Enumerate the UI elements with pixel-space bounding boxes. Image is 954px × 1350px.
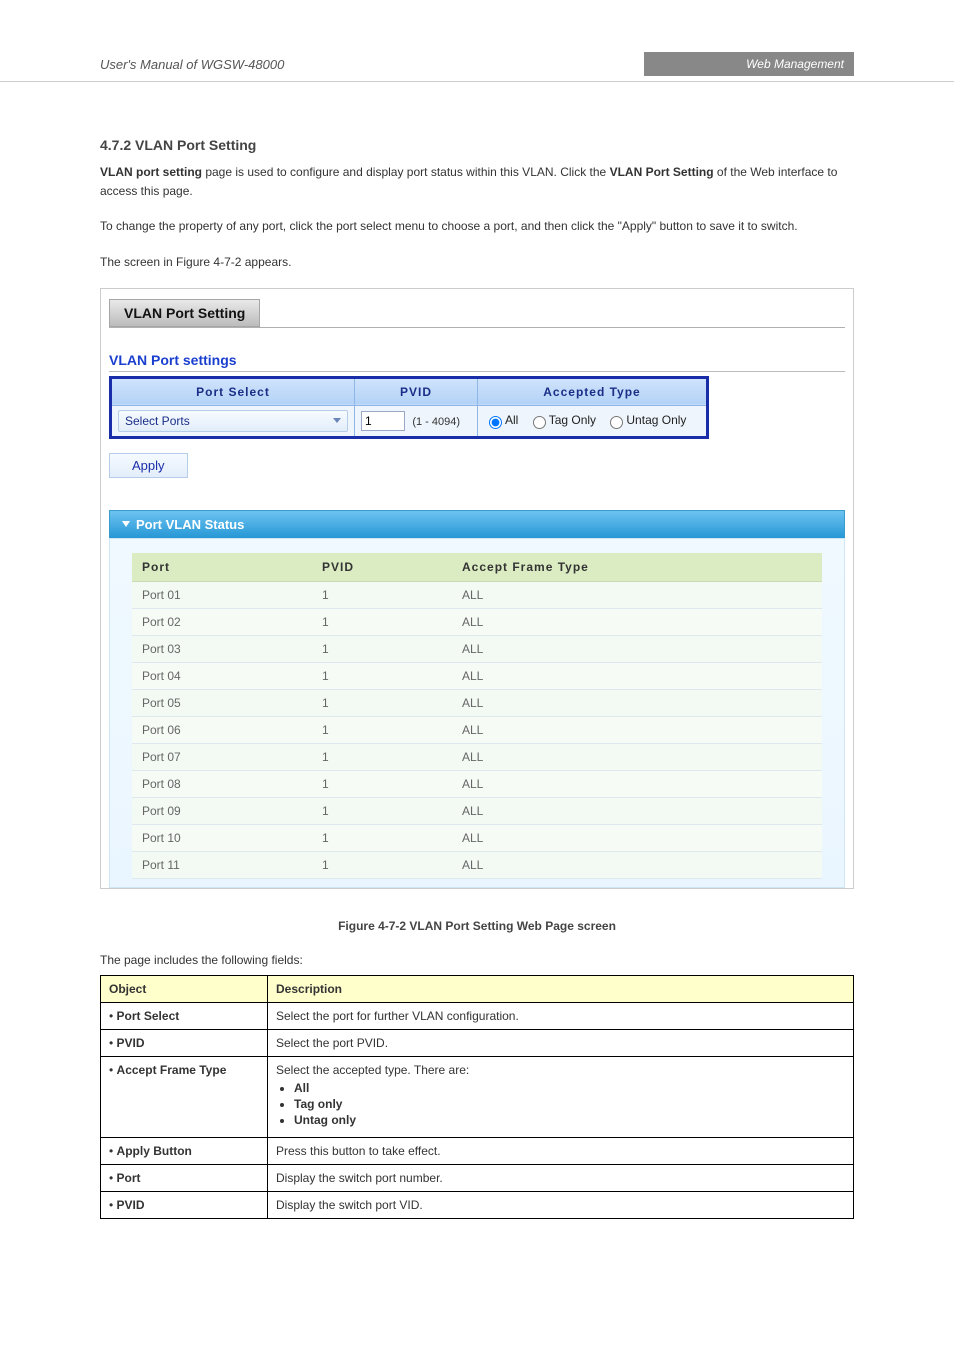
table-row: Port 021ALL <box>132 608 822 635</box>
intro-bold-2: VLAN Port Setting <box>610 165 714 179</box>
title-bar-label: VLAN Port Setting <box>109 299 260 327</box>
status-table: Port PVID Accept Frame Type Port 011ALLP… <box>132 553 822 879</box>
port-vlan-status-title: Port VLAN Status <box>136 517 244 532</box>
header-left: User's Manual of WGSW-48000 <box>0 57 644 72</box>
table-row: • Apply ButtonPress this button to take … <box>101 1137 854 1164</box>
table-row: Port 071ALL <box>132 743 822 770</box>
description-table: Object Description • Port SelectSelect t… <box>100 975 854 1219</box>
col-pvid: PVID <box>355 377 478 405</box>
desc-col-object: Object <box>101 975 268 1002</box>
intro-para-2: To change the property of any port, clic… <box>100 217 854 236</box>
table-row: • PortDisplay the switch port number. <box>101 1164 854 1191</box>
table-row: • Port SelectSelect the port for further… <box>101 1002 854 1029</box>
pvid-range: (1 - 4094) <box>412 416 460 428</box>
status-col-aft: Accept Frame Type <box>452 553 822 582</box>
page-header: User's Manual of WGSW-48000 Web Manageme… <box>0 47 954 82</box>
accepted-type-radios: All Tag Only Untag Only <box>478 405 708 437</box>
table-row: Port 091ALL <box>132 797 822 824</box>
status-col-pvid: PVID <box>312 553 452 582</box>
title-bar: VLAN Port Setting <box>109 299 845 328</box>
apply-button[interactable]: Apply <box>109 453 188 478</box>
table-row: • Accept Frame TypeSelect the accepted t… <box>101 1056 854 1137</box>
port-vlan-status-header[interactable]: Port VLAN Status <box>109 510 845 538</box>
status-col-port: Port <box>132 553 312 582</box>
port-select-label: Select Ports <box>125 414 190 428</box>
table-row: Port 031ALL <box>132 635 822 662</box>
table-row: Port 081ALL <box>132 770 822 797</box>
col-accepted-type: Accepted Type <box>478 377 708 405</box>
desc-col-description: Description <box>268 975 854 1002</box>
table-row: Port 011ALL <box>132 581 822 608</box>
radio-all[interactable]: All <box>484 413 518 427</box>
col-port-select: Port Select <box>111 377 355 405</box>
radio-tag-only[interactable]: Tag Only <box>528 413 596 427</box>
intro-para-1: VLAN port setting page is used to config… <box>100 163 854 201</box>
figure-caption: Figure 4-7-2 VLAN Port Setting Web Page … <box>100 919 854 933</box>
pvid-input[interactable] <box>361 411 405 431</box>
radio-untag-only[interactable]: Untag Only <box>605 413 686 427</box>
triangle-down-icon <box>122 521 130 527</box>
settings-table: Port Select PVID Accepted Type Select Po… <box>109 376 709 439</box>
table-row: Port 101ALL <box>132 824 822 851</box>
table-row: • PVIDSelect the port PVID. <box>101 1029 854 1056</box>
intro-bold-1: VLAN port setting <box>100 165 202 179</box>
table-row: Port 111ALL <box>132 851 822 878</box>
chevron-down-icon <box>333 418 341 423</box>
table-row: Port 051ALL <box>132 689 822 716</box>
port-select-dropdown[interactable]: Select Ports <box>118 410 348 432</box>
section-number: 4.7.2 VLAN Port Setting <box>100 137 854 153</box>
intro-para-3: The screen in Figure 4-7-2 appears. <box>100 253 854 272</box>
desc-intro: The page includes the following fields: <box>100 953 854 967</box>
port-vlan-status-panel: Port VLAN Status Port PVID Accept Frame … <box>109 510 845 888</box>
embedded-screenshot: VLAN Port Setting VLAN Port settings Por… <box>100 288 854 889</box>
table-row: Port 041ALL <box>132 662 822 689</box>
table-row: • PVIDDisplay the switch port VID. <box>101 1191 854 1218</box>
header-right: Web Management <box>644 52 854 76</box>
table-row: Port 061ALL <box>132 716 822 743</box>
vlan-port-settings-subhead: VLAN Port settings <box>109 352 845 372</box>
